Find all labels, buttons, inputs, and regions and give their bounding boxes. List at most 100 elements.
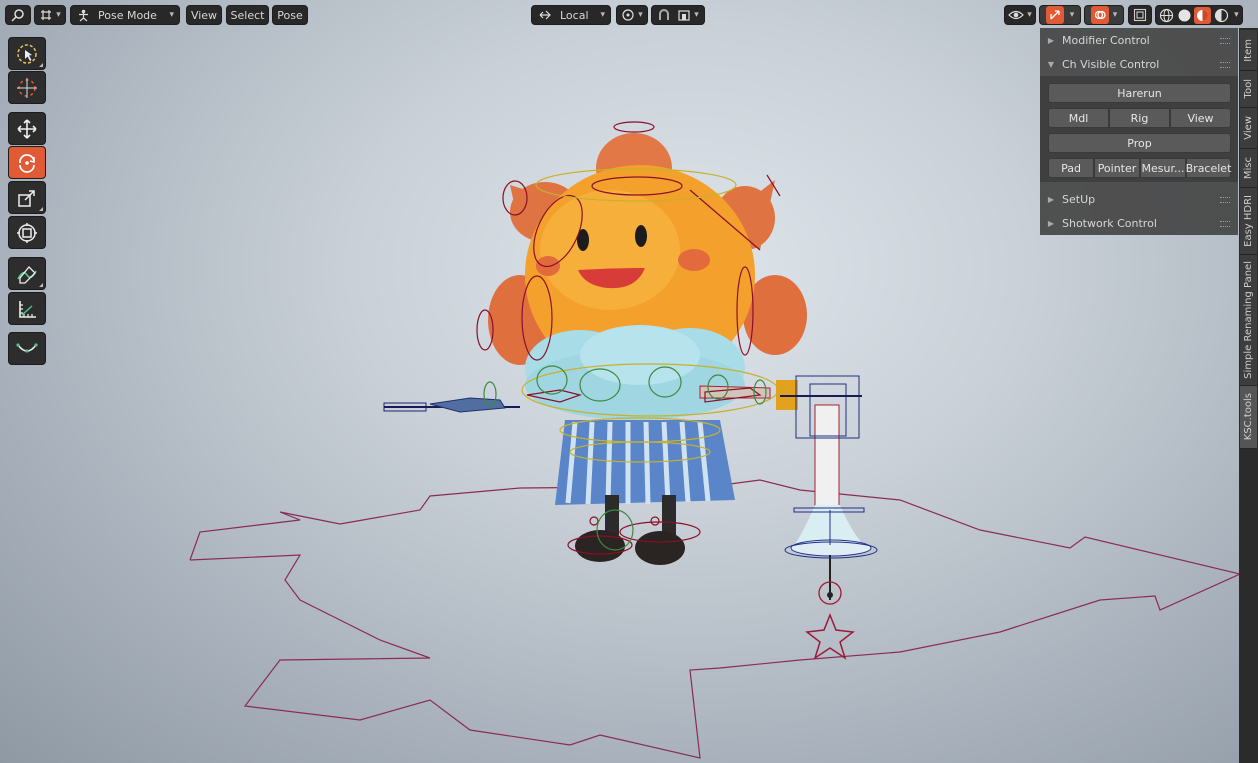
menu-view-label: View (190, 8, 218, 22)
drag-grip-icon[interactable] (1220, 221, 1230, 227)
chevron-right-icon: ▶ (1047, 218, 1055, 228)
material-preview-shading-icon[interactable] (1194, 6, 1212, 24)
panel-body-ch-visible: Harerun Mdl Rig View Prop Pad Pointer Me… (1040, 76, 1238, 182)
button-label: Pointer (1097, 161, 1137, 175)
orientation-icon (539, 10, 551, 20)
menu-pose[interactable]: Pose (272, 5, 308, 25)
transform-icon (17, 222, 37, 243)
relax-tool[interactable] (8, 332, 46, 365)
cursor-tool[interactable] (8, 37, 46, 70)
viewport-gizmo-toggle[interactable]: ▾ (1004, 5, 1036, 25)
chevron-down-icon: ▾ (638, 10, 643, 20)
sidebar-panel: ▶ Modifier Control ▼ Ch Visible Control … (1040, 28, 1238, 235)
mode-dropdown[interactable]: Pose Mode ▾ (70, 5, 180, 25)
panel-header-ch-visible-control[interactable]: ▼ Ch Visible Control (1040, 53, 1238, 75)
menu-view[interactable]: View (186, 5, 222, 25)
button-label: View (1187, 111, 1214, 125)
snap-target-icon (678, 10, 690, 21)
panel-title: Modifier Control (1062, 33, 1150, 47)
snap-options-button[interactable]: ▾ (651, 5, 705, 25)
transform-tool[interactable] (8, 216, 46, 249)
cursor-3d-icon (17, 77, 37, 98)
button-label: Pad (1061, 161, 1081, 175)
rendered-shading-icon[interactable] (1214, 8, 1229, 23)
rotate-icon (19, 153, 35, 173)
sidebar-tabs: Item Tool View Misc Easy HDRI Simple Ren… (1239, 28, 1258, 763)
overlays-toggle-button[interactable]: ▾ (1084, 5, 1124, 25)
rig-button[interactable]: Rig (1109, 108, 1170, 128)
mdl-button[interactable]: Mdl (1048, 108, 1109, 128)
chevron-right-icon: ▶ (1047, 194, 1055, 204)
drag-grip-icon[interactable] (1220, 197, 1230, 203)
scale-icon (18, 189, 35, 207)
bracelet-button[interactable]: Bracelet (1186, 158, 1231, 178)
panel-header-setup[interactable]: ▶ SetUp (1040, 188, 1238, 210)
pointer-button[interactable]: Pointer (1094, 158, 1140, 178)
tab-view[interactable]: View (1240, 108, 1257, 149)
wireframe-shading-icon[interactable] (1159, 8, 1174, 23)
viewport-view-type-button[interactable] (5, 5, 31, 25)
button-label: Mesur... (1141, 161, 1185, 175)
ruler-icon (19, 300, 36, 318)
chevron-down-icon: ▾ (1027, 10, 1032, 20)
drag-grip-icon[interactable] (1220, 38, 1230, 44)
solid-shading-icon[interactable] (1177, 8, 1192, 23)
relax-curve-icon (16, 342, 38, 353)
tab-misc[interactable]: Misc (1240, 149, 1257, 188)
panel-header-modifier-control[interactable]: ▶ Modifier Control (1040, 29, 1238, 51)
button-label: Bracelet (1185, 161, 1232, 175)
scale-tool[interactable] (8, 181, 46, 214)
menu-pose-label: Pose (277, 8, 303, 22)
panel-title: SetUp (1062, 192, 1096, 206)
chevron-right-icon: ▶ (1047, 35, 1055, 45)
prop-button[interactable]: Prop (1048, 133, 1231, 153)
magnet-icon (659, 9, 670, 20)
eye-icon (1008, 10, 1025, 20)
chevron-down-icon: ▾ (1069, 10, 1075, 20)
panel-header-shotwork-control[interactable]: ▶ Shotwork Control (1040, 212, 1238, 234)
mesur-button[interactable]: Mesur... (1140, 158, 1186, 178)
tab-label: Misc (1243, 156, 1254, 180)
xray-toggle-button[interactable] (1128, 5, 1152, 25)
object-interaction-icon-button[interactable]: ▾ (34, 5, 66, 25)
tab-ksc-tools[interactable]: KSC.tools (1240, 386, 1257, 449)
measure-tool[interactable] (8, 292, 46, 325)
tab-easy-hdri[interactable]: Easy HDRI (1240, 188, 1257, 255)
drag-grip-icon[interactable] (1220, 62, 1230, 68)
magnifier-icon (11, 9, 24, 22)
chevron-down-icon: ▾ (169, 10, 174, 20)
shading-mode-group[interactable]: ▾ (1155, 5, 1243, 25)
tab-tool[interactable]: Tool (1240, 71, 1257, 108)
orientation-label: Local (560, 8, 589, 22)
harerun-button[interactable]: Harerun (1048, 83, 1231, 103)
grid-icon (41, 10, 52, 20)
rotate-tool[interactable] (8, 146, 46, 179)
button-label: Harerun (1117, 86, 1162, 100)
move-tool[interactable] (8, 112, 46, 145)
annotate-pencil-icon (17, 265, 37, 284)
chevron-down-icon: ▼ (1047, 59, 1055, 69)
tab-label: Item (1243, 38, 1254, 62)
tab-simple-renaming-panel[interactable]: Simple Renaming Panel (1240, 255, 1257, 386)
pivot-point-dropdown[interactable]: ▾ (616, 5, 648, 25)
gizmo-icon (1045, 6, 1064, 24)
panel-title: Shotwork Control (1062, 216, 1157, 230)
tab-label: Simple Renaming Panel (1243, 261, 1254, 379)
pad-button[interactable]: Pad (1048, 158, 1094, 178)
annotate-tool[interactable] (8, 257, 46, 290)
move-arrows-icon (17, 118, 37, 139)
button-label: Rig (1130, 111, 1149, 125)
tab-label: Tool (1243, 79, 1254, 99)
chevron-down-icon: ▾ (1112, 10, 1118, 20)
gizmo-toggle-button[interactable]: ▾ (1039, 5, 1081, 25)
select-cursor-icon (17, 43, 37, 64)
view-button[interactable]: View (1170, 108, 1231, 128)
pose-mode-icon (79, 9, 88, 21)
mode-label: Pose Mode (98, 8, 157, 22)
tab-item[interactable]: Item (1240, 30, 1257, 71)
transform-cursor-tool[interactable] (8, 71, 46, 104)
pivot-icon (622, 9, 634, 21)
tab-label: Easy HDRI (1243, 195, 1254, 247)
menu-select[interactable]: Select (226, 5, 269, 25)
transform-orientation-dropdown[interactable]: Local ▾ (531, 5, 611, 25)
